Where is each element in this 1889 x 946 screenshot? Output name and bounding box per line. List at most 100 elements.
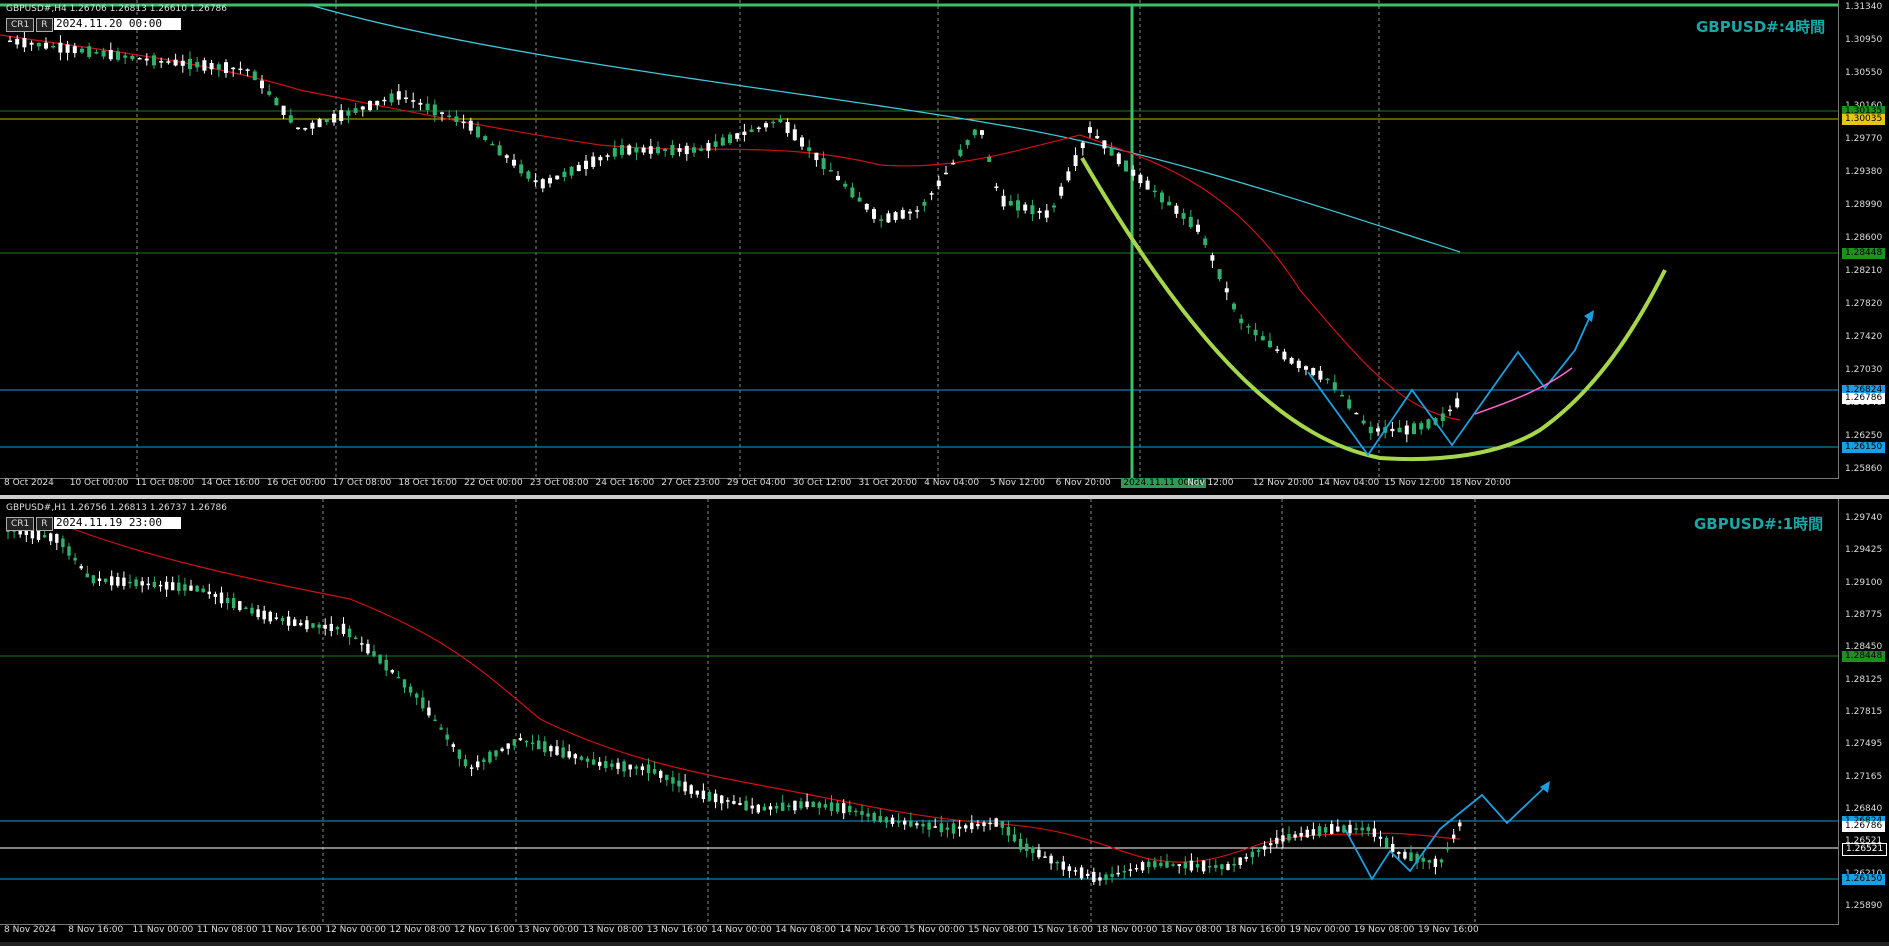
h1-candle-body [384,659,388,671]
h4-candle-body [1152,190,1157,193]
h4-candle-body [836,175,840,181]
h1-candle-body [1201,860,1206,872]
h1-candle-body [55,534,59,543]
h4-candle-body [1109,147,1114,156]
h4-candle-body [180,60,185,66]
h1-candle-body [1147,861,1151,868]
h4-cr-button[interactable]: CR1 [6,18,35,32]
h1-candle-body [341,623,346,634]
h4-candle-body [785,122,790,134]
h4-candle-body [1275,349,1280,351]
h4-candle-body [764,123,768,128]
h1-time-tick: 14 Nov 00:00 [711,925,772,935]
h1-candle-body [415,693,419,698]
h4-date-field[interactable]: 2024.11.20 00:00 [54,18,181,30]
h4-candle-body [188,58,192,70]
h1-candle-body [921,823,925,827]
h1-candle-body [1323,827,1328,833]
h1-candle-body [909,820,913,827]
h1-candle-body [244,607,248,610]
h1-candle-body [1293,834,1297,838]
h1-candle-body [604,761,608,769]
h4-candle-body [1448,409,1452,412]
h4-candle-body [692,147,696,153]
h4-candle-body [519,164,524,174]
h4-candle-body [1059,186,1064,196]
h1-candle-body [567,751,571,758]
h1-candle-body [317,624,321,628]
h1-candle-body [103,578,108,583]
h1-candle-body [659,770,663,778]
h1-time-tick: 12 Nov 08:00 [389,925,451,935]
h4-candle-body [728,134,732,144]
h1-r-button[interactable]: R [36,517,53,531]
h1-candle-body [494,750,498,757]
h1-candle-body [1372,828,1377,837]
h1-candle-body [823,804,828,808]
h1-candle-body [354,637,358,640]
h1-candle-body [366,643,370,654]
h1-candle-body [506,743,510,749]
h4-price-tick: 1.25860 [1845,464,1883,474]
h1-date-field[interactable]: 2024.11.19 23:00 [54,517,181,529]
h1-candle-body [1140,862,1145,871]
h1-candle-body [232,598,236,609]
h4-cr-controls[interactable]: CR1 R [6,18,53,32]
h4-candle-body [936,180,941,187]
h4-candle-body [130,55,135,60]
h4-candle-body [1404,425,1409,435]
h4-candle-body [1332,382,1337,390]
h1-candle-body [213,593,218,597]
h1-candle-body [1055,861,1059,864]
h4-candle-body [216,64,221,70]
h4-candle-body [36,42,41,47]
h1-candle-body [122,577,126,587]
h1-cr-controls[interactable]: CR1 R [6,517,53,531]
h1-chart-svg[interactable] [0,499,1838,924]
h1-candle-body [598,761,602,766]
h4-r-button[interactable]: R [36,18,53,32]
h4-candle-body [879,219,884,221]
h1-candle-body [1433,858,1438,867]
h4-candle-body [29,42,34,45]
h1-candle-body [329,623,333,632]
h1-plot-area[interactable] [0,499,1839,925]
h1-candle-body [476,761,480,768]
h4-chart-panel[interactable]: GBPUSD#,H4 1.26706 1.26813 1.26610 1.267… [0,0,1889,495]
h1-candle-body [1086,873,1090,876]
h1-candle-body [427,707,431,716]
h1-time-tick: 18 Nov 08:00 [1160,925,1222,935]
h4-candle-body [454,116,459,122]
h1-cr-button[interactable]: CR1 [6,517,35,531]
h1-candle-body [1067,866,1072,872]
h1-time-tick: 13 Nov 16:00 [646,925,708,935]
h4-candle-body [224,62,228,74]
h1-candle-body [24,530,28,536]
h4-plot-area[interactable] [0,0,1839,479]
h4-price-tick: 1.28990 [1845,200,1883,210]
h1-price-tag: 1.26786 [1842,821,1886,832]
h4-chart-svg[interactable] [0,0,1838,478]
h4-time-tick: 24 Oct 16:00 [595,478,655,488]
h4-candle-body [1253,329,1258,336]
h1-candle-body [1244,856,1248,859]
h4-candle-body [1001,195,1006,207]
h1-time-tick: 13 Nov 08:00 [582,925,644,935]
h1-price-tick: 1.28125 [1845,674,1883,685]
h1-time-tick: 19 Nov 08:00 [1353,925,1415,935]
h1-candle-body [976,823,980,827]
h1-candle-body [720,795,724,804]
h4-candle-body [375,100,380,106]
h1-candle-body [500,748,504,751]
h4-candle-body [1073,155,1078,167]
h4-candle-body [1289,357,1294,364]
h4-candle-body [281,105,286,115]
h1-candle-body [1037,849,1041,858]
tab-strip[interactable] [0,942,1889,946]
h4-candle-body [605,155,610,157]
h1-chart-panel[interactable]: GBPUSD#,H1 1.26756 1.26813 1.26737 1.267… [0,499,1889,942]
h1-candle-body [469,767,474,769]
h1-candle-body [219,592,224,604]
h4-time-tick: 10 Oct 00:00 [69,478,129,488]
h4-candle-body [828,170,833,172]
